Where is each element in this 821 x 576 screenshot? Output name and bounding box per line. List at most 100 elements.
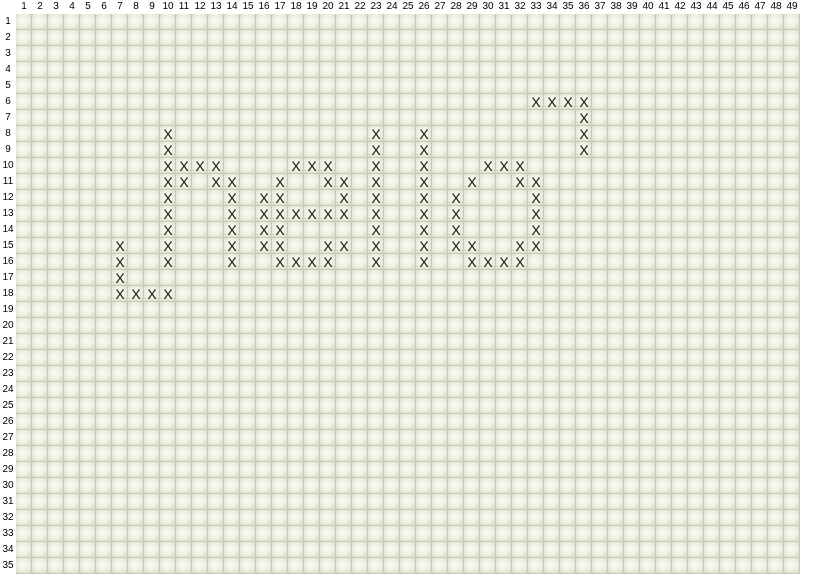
grid-cell: [160, 414, 176, 430]
grid-cell: [448, 62, 464, 78]
grid-cell: [416, 334, 432, 350]
grid-cell: [448, 318, 464, 334]
grid-cell: [496, 446, 512, 462]
grid-cell: [576, 494, 592, 510]
grid-cell: [672, 30, 688, 46]
grid-cell: [80, 190, 96, 206]
row-label: 27: [2, 432, 14, 443]
grid-cell: [128, 430, 144, 446]
stitch-mark: X: [275, 206, 285, 222]
row-label: 6: [5, 96, 11, 107]
grid-cell: [480, 382, 496, 398]
grid-cell: [192, 366, 208, 382]
grid-cell: [112, 558, 128, 574]
grid-cell: [384, 382, 400, 398]
grid-cell: [352, 190, 368, 206]
grid-cell: [208, 366, 224, 382]
column-label: 17: [274, 1, 286, 12]
grid-cell: [400, 222, 416, 238]
grid-cell: [352, 62, 368, 78]
grid-cell: [384, 462, 400, 478]
grid-cell: [720, 158, 736, 174]
grid-cell: [480, 430, 496, 446]
grid-cell: [560, 254, 576, 270]
grid-cell: [496, 78, 512, 94]
grid-cell: [656, 286, 672, 302]
grid-cell: [432, 494, 448, 510]
stitch-mark: X: [467, 174, 477, 190]
column-label: 13: [210, 1, 222, 12]
grid-cell: [256, 382, 272, 398]
stitch-mark: X: [211, 174, 221, 190]
grid-cell: [528, 510, 544, 526]
grid-cell: [320, 78, 336, 94]
grid-cell: [576, 558, 592, 574]
stitch-mark: X: [371, 174, 381, 190]
grid-cell: [528, 414, 544, 430]
grid-cell: [416, 62, 432, 78]
stitch-mark: X: [323, 206, 333, 222]
grid-cell: [784, 398, 800, 414]
grid-cell: [688, 398, 704, 414]
grid-cell: [736, 286, 752, 302]
grid-cell: [128, 110, 144, 126]
grid-cell: [432, 142, 448, 158]
grid-cell: [304, 318, 320, 334]
grid-cell: [432, 398, 448, 414]
grid-cell: [624, 478, 640, 494]
stitch-mark: X: [259, 222, 269, 238]
grid-cell: [384, 14, 400, 30]
grid-cell: [208, 190, 224, 206]
grid-cell: [544, 110, 560, 126]
grid-cell: [352, 30, 368, 46]
grid-cell: [592, 270, 608, 286]
grid-cell: [240, 334, 256, 350]
grid-cell: [384, 46, 400, 62]
grid-cell: [640, 78, 656, 94]
grid-cell: [80, 558, 96, 574]
stitch-mark: X: [419, 126, 429, 142]
grid-cell: [320, 526, 336, 542]
grid-cell: [176, 462, 192, 478]
grid-cell: [768, 206, 784, 222]
grid-cell: [720, 430, 736, 446]
grid-cell: [112, 510, 128, 526]
grid-cell: [432, 206, 448, 222]
grid-cell: [176, 510, 192, 526]
grid-cell: [176, 398, 192, 414]
row-label: 31: [2, 496, 14, 507]
grid-cell: [288, 302, 304, 318]
grid-cell: [48, 462, 64, 478]
grid-cell: [176, 542, 192, 558]
grid-cell: [304, 30, 320, 46]
grid-cell: [256, 430, 272, 446]
grid-cell: [208, 334, 224, 350]
grid-cell: [544, 254, 560, 270]
grid-cell: [608, 174, 624, 190]
grid-cell: [640, 398, 656, 414]
grid-cell: [400, 110, 416, 126]
grid-cell: [48, 494, 64, 510]
row-label: 19: [2, 304, 14, 315]
grid-cell: [320, 286, 336, 302]
grid-cell: [96, 414, 112, 430]
grid-cell: [384, 318, 400, 334]
grid-cell: [688, 510, 704, 526]
grid-cell: [288, 350, 304, 366]
stitch-mark: X: [227, 254, 237, 270]
grid-cell: [416, 110, 432, 126]
column-label: 27: [434, 1, 446, 12]
grid-cell: [400, 510, 416, 526]
grid-cell: [304, 510, 320, 526]
grid-cell: [384, 238, 400, 254]
grid-cell: [240, 318, 256, 334]
grid-cell: [384, 158, 400, 174]
grid-cell: [192, 494, 208, 510]
grid-cell: [432, 542, 448, 558]
grid-cell: [128, 382, 144, 398]
grid-cell: [432, 46, 448, 62]
row-label: 16: [2, 256, 14, 267]
stitch-mark: X: [115, 238, 125, 254]
grid-cell: [192, 126, 208, 142]
grid-cell: [64, 94, 80, 110]
